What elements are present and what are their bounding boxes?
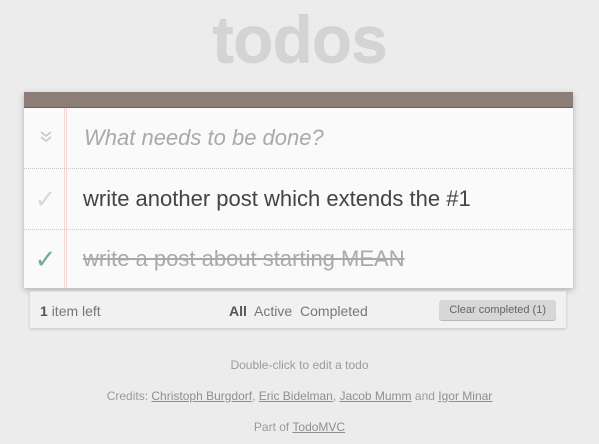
- app-title: todos: [212, 3, 388, 77]
- credits-and: and: [414, 389, 435, 403]
- clear-completed-button[interactable]: Clear completed (1): [439, 300, 556, 321]
- double-chevron-down-icon[interactable]: [24, 129, 67, 147]
- credit-link[interactable]: Jacob Mumm: [340, 389, 412, 403]
- todo-footer: 1 item left All Active Completed Clear c…: [30, 291, 566, 328]
- todo-label[interactable]: write another post which extends the #1: [83, 186, 471, 212]
- credit-link[interactable]: Eric Bidelman: [259, 389, 333, 403]
- credits-prefix: Credits:: [106, 389, 149, 403]
- credits-line: Credits: Christoph Burgdorf, Eric Bidelm…: [0, 389, 599, 403]
- items-left-suffix: item left: [51, 303, 101, 319]
- credits-separator: ,: [252, 389, 256, 403]
- todomvc-link[interactable]: TodoMVC: [292, 420, 345, 434]
- filter-links: All Active Completed: [229, 303, 372, 319]
- filter-all[interactable]: All: [229, 303, 247, 319]
- part-of-prefix: Part of: [253, 420, 290, 434]
- todo-label[interactable]: write a post about starting MEAN: [83, 246, 405, 272]
- new-todo-row: [24, 108, 573, 169]
- panel-top-bar: [24, 92, 573, 108]
- new-todo-input[interactable]: [84, 125, 544, 151]
- todo-item[interactable]: ✓ write a post about starting MEAN: [24, 230, 573, 288]
- items-left-count: 1 item left: [40, 303, 101, 319]
- checkmark-icon[interactable]: ✓: [24, 246, 67, 272]
- items-left-number: 1: [40, 303, 48, 319]
- filter-active[interactable]: Active: [254, 303, 292, 319]
- part-of-line: Part of TodoMVC: [0, 420, 599, 434]
- edit-hint: Double-click to edit a todo: [230, 358, 369, 372]
- todo-app-panel: ✓ write another post which extends the #…: [24, 92, 573, 288]
- credit-link[interactable]: Igor Minar: [438, 389, 492, 403]
- credits-separator: ,: [332, 389, 337, 403]
- credit-link[interactable]: Christoph Burgdorf: [151, 389, 252, 403]
- filter-completed[interactable]: Completed: [300, 303, 368, 319]
- todo-item[interactable]: ✓ write another post which extends the #…: [24, 169, 573, 230]
- checkmark-icon[interactable]: ✓: [24, 186, 67, 212]
